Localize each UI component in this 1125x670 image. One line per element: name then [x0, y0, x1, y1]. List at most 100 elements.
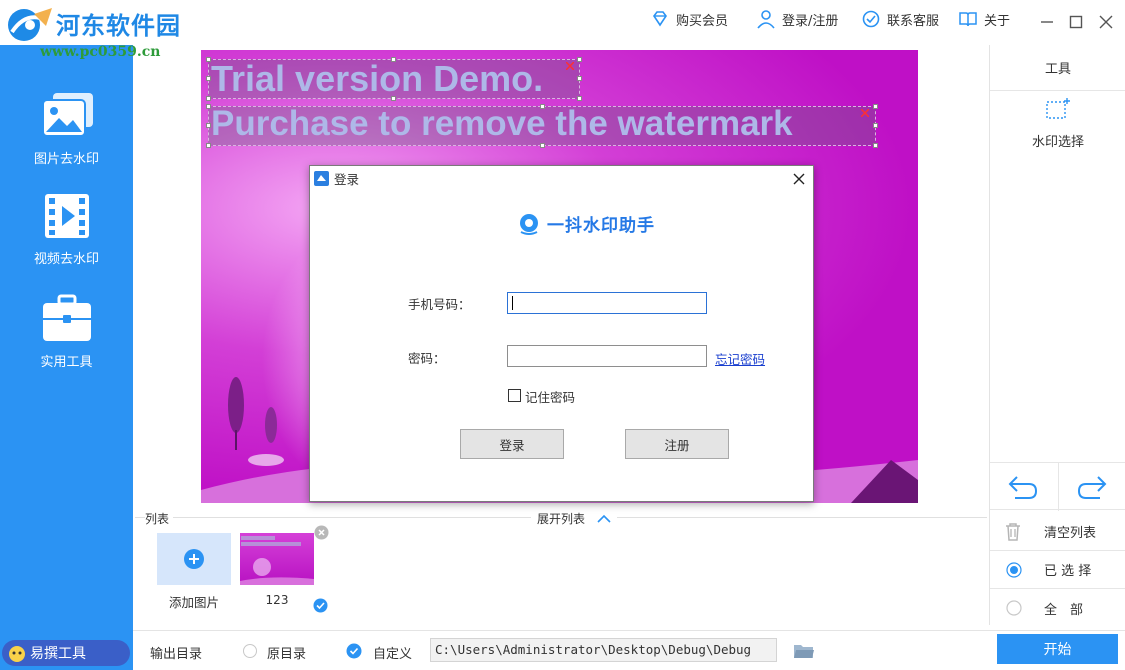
resize-handle[interactable] — [873, 104, 878, 109]
chevron-up-icon — [597, 514, 611, 523]
dialog-close-button[interactable] — [793, 169, 805, 190]
resize-handle[interactable] — [206, 143, 211, 148]
resize-handle[interactable] — [206, 104, 211, 109]
user-icon — [757, 10, 775, 29]
sidebar-item-label: 视频去水印 — [33, 252, 99, 267]
output-path-field[interactable]: C:\Users\Administrator\Desktop\Debug\Deb… — [430, 638, 777, 662]
login-button[interactable]: 登录 — [460, 429, 564, 459]
password-label: 密码： — [408, 351, 446, 366]
resize-handle[interactable] — [873, 123, 878, 128]
filter-all-label: 全 部 — [1044, 602, 1084, 618]
brand-logo-icon — [520, 213, 538, 235]
watermark-text-line-2: Purchase to remove the watermark — [211, 104, 793, 143]
minimize-button[interactable] — [1037, 12, 1057, 32]
sidebar-item-video-watermark[interactable]: 视频去水印 — [0, 190, 133, 280]
remember-password-label: 记住密码 — [525, 390, 576, 405]
list-item-name: 123 — [265, 593, 289, 607]
undo-redo-row — [990, 462, 1125, 511]
file-list-area: 列表 展开列表 添加图片 123 — [133, 508, 989, 625]
headset-icon — [862, 10, 880, 28]
watermark-select-tool[interactable]: 水印选择 — [990, 97, 1125, 150]
clear-list-button[interactable]: 清空列表 — [990, 513, 1125, 551]
tools-title: 工具 — [990, 45, 1125, 91]
resize-handle[interactable] — [577, 76, 582, 81]
radio-checked-icon — [1006, 561, 1022, 578]
resize-handle[interactable] — [206, 57, 211, 62]
resize-handle[interactable] — [540, 143, 545, 148]
plus-circle-icon — [184, 549, 204, 569]
list-item-thumbnail[interactable] — [240, 533, 314, 585]
remove-selection-icon[interactable] — [861, 109, 869, 117]
remember-password-checkbox[interactable] — [508, 389, 521, 402]
resize-handle[interactable] — [206, 123, 211, 128]
about-link[interactable]: 关于 — [958, 9, 1010, 29]
resize-handle[interactable] — [873, 143, 878, 148]
maximize-button[interactable] — [1066, 12, 1086, 32]
contact-support-link[interactable]: 联系客服 — [861, 9, 939, 29]
output-dir-label: 输出目录 — [150, 647, 203, 662]
custom-dir-radio-checked-icon[interactable] — [346, 643, 362, 659]
diamond-icon — [653, 11, 667, 27]
resize-handle[interactable] — [577, 96, 582, 101]
remove-item-icon[interactable] — [314, 525, 329, 540]
yizhuan-tool-label: 易撰工具 — [30, 646, 86, 662]
filter-selected-label: 已 选 择 — [1044, 564, 1092, 579]
app-logo-text: 河东软件园 — [56, 11, 181, 40]
original-dir-label: 原目录 — [267, 647, 307, 662]
add-image-button[interactable] — [157, 533, 231, 585]
password-input[interactable] — [507, 345, 707, 367]
close-window-button[interactable] — [1096, 12, 1116, 32]
filter-all-option[interactable]: 全 部 — [990, 589, 1125, 627]
video-icon — [44, 194, 89, 238]
original-dir-radio[interactable] — [243, 644, 257, 658]
close-icon — [1099, 15, 1113, 29]
toolbox-icon — [42, 294, 91, 341]
title-bar: 河东软件园 购买会员 登录/注册 联系客服 关于 — [0, 0, 1125, 45]
clear-list-label: 清空列表 — [1044, 526, 1097, 541]
resize-handle[interactable] — [577, 57, 582, 62]
contact-support-label: 联系客服 — [887, 13, 940, 29]
image-icon — [41, 93, 93, 137]
dialog-title: 登录 — [334, 172, 360, 187]
mascot-icon — [9, 646, 25, 662]
divider — [1058, 463, 1059, 511]
resize-handle[interactable] — [206, 76, 211, 81]
dialog-brand: 一抖水印助手 — [517, 211, 655, 236]
dialog-title-bar: 登录 — [310, 166, 813, 191]
checked-icon[interactable] — [313, 598, 328, 613]
redo-icon[interactable] — [1076, 473, 1108, 501]
output-bar: 输出目录 原目录 自定义 C:\Users\Administrator\Desk… — [133, 630, 1125, 670]
start-button[interactable]: 开始 — [997, 634, 1118, 664]
watermark-select-label: 水印选择 — [1031, 135, 1084, 150]
trash-icon — [1006, 522, 1020, 541]
yizhuan-tool-badge[interactable]: 易撰工具 — [2, 640, 130, 666]
sidebar-item-image-watermark[interactable]: 图片去水印 — [0, 90, 133, 180]
resize-handle[interactable] — [391, 96, 396, 101]
remove-selection-icon[interactable] — [566, 62, 574, 70]
login-register-link[interactable]: 登录/注册 — [756, 9, 838, 29]
minimize-icon — [1041, 21, 1053, 23]
filter-selected-option[interactable]: 已 选 择 — [990, 551, 1125, 589]
app-logo-icon — [8, 8, 52, 41]
add-image-label: 添加图片 — [168, 595, 219, 610]
selection-rect-icon — [1046, 98, 1070, 119]
buy-vip-link[interactable]: 购买会员 — [650, 9, 728, 29]
resize-handle[interactable] — [391, 57, 396, 62]
expand-list-toggle[interactable]: 展开列表 — [531, 510, 618, 527]
custom-dir-label: 自定义 — [373, 647, 413, 662]
phone-input[interactable] — [507, 292, 707, 314]
app-small-icon — [314, 171, 329, 186]
forgot-password-link[interactable]: 忘记密码 — [715, 349, 765, 368]
folder-icon[interactable] — [793, 642, 815, 660]
thumbnail-preview-art — [240, 536, 314, 585]
watermark-text-line-1: Trial version Demo. — [211, 58, 544, 99]
register-button[interactable]: 注册 — [625, 429, 729, 459]
buy-vip-label: 购买会员 — [676, 13, 729, 29]
sidebar-item-utilities[interactable]: 实用工具 — [0, 293, 133, 383]
undo-icon[interactable] — [1007, 473, 1039, 501]
text-caret — [512, 296, 513, 310]
maximize-icon — [1069, 15, 1083, 29]
resize-handle[interactable] — [540, 104, 545, 109]
resize-handle[interactable] — [206, 96, 211, 101]
expand-list-label: 展开列表 — [537, 512, 586, 526]
